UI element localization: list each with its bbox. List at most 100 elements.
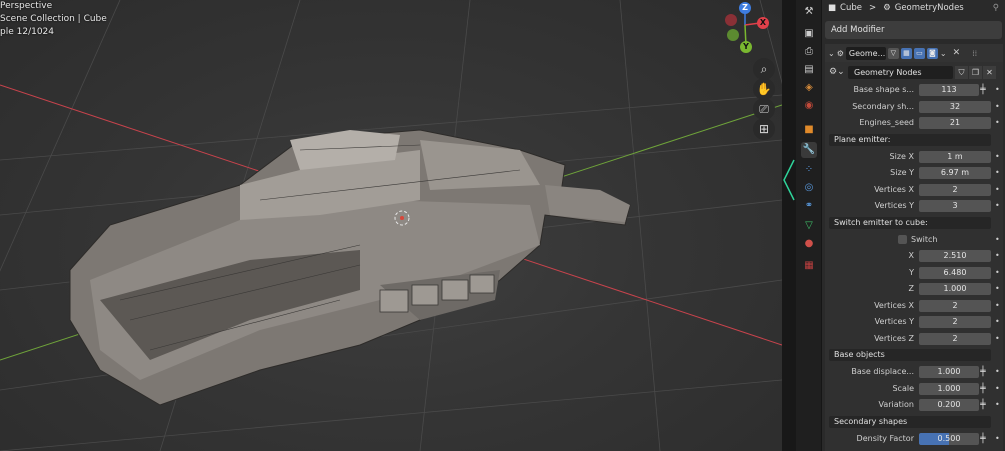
base-displace-label: Base displace... [851, 367, 914, 376]
object-icon[interactable]: ■ [801, 122, 817, 138]
attribute-toggle-icon[interactable]: ╪ [978, 85, 988, 95]
chevron-down-icon[interactable]: ⌄ [828, 49, 835, 58]
keyframe-dot-icon[interactable]: • [995, 334, 1000, 343]
vertices-z2-label: Vertices Z [874, 334, 914, 343]
engines-seed-field[interactable]: 21 [919, 117, 991, 129]
modifier-wrench-icon[interactable]: 🔧 [801, 142, 817, 158]
base-displace-field[interactable]: 1.000 [919, 366, 979, 378]
z-field[interactable]: 1.000 [919, 283, 991, 295]
material-icon[interactable]: ● [801, 236, 817, 252]
switch-checkbox[interactable] [898, 235, 907, 244]
keyframe-dot-icon[interactable]: • [995, 367, 1000, 376]
close-icon[interactable]: ✕ [953, 48, 961, 58]
breadcrumb-object: Cube [840, 3, 862, 13]
node-group-field[interactable]: Geometry Nodes [848, 66, 953, 79]
keyframe-dot-icon[interactable]: • [995, 235, 1000, 244]
scale-field[interactable]: 1.000 [919, 383, 979, 395]
output-icon[interactable]: ⎙ [801, 44, 817, 60]
particles-icon[interactable]: ⁘ [801, 162, 817, 178]
vertices-y-field[interactable]: 3 [919, 200, 991, 212]
density-factor-slider[interactable]: 0.500 [919, 433, 979, 445]
keyframe-dot-icon[interactable]: • [995, 301, 1000, 310]
vertices-x2-row: Vertices X 2 • [825, 299, 1003, 313]
physics-icon[interactable]: ◎ [801, 180, 817, 196]
area-divider[interactable] [782, 0, 796, 451]
vertices-x-field[interactable]: 2 [919, 184, 991, 196]
add-modifier-button[interactable]: Add Modifier [825, 21, 1002, 39]
keyframe-dot-icon[interactable]: • [995, 168, 1000, 177]
keyframe-dot-icon[interactable]: • [995, 384, 1000, 393]
size-y-row: Size Y 6.97 m • [825, 166, 1003, 180]
size-y-field[interactable]: 6.97 m [919, 167, 991, 179]
unlink-close-icon[interactable]: ✕ [983, 66, 996, 79]
y-row: Y 6.480 • [825, 266, 1003, 280]
grid-ortho-icon[interactable]: ⊞ [753, 118, 775, 140]
z-row: Z 1.000 • [825, 282, 1003, 296]
pin-icon[interactable]: ⚲ [993, 3, 999, 13]
camera-icon[interactable]: ⎚ [753, 98, 775, 120]
gizmo-x-ball[interactable]: X [757, 17, 769, 29]
keyframe-dot-icon[interactable]: • [995, 152, 1000, 161]
scene-icon[interactable]: ◈ [801, 80, 817, 96]
attribute-toggle-icon[interactable]: ╪ [978, 384, 988, 394]
y-field[interactable]: 6.480 [919, 267, 991, 279]
node-tree-icon[interactable]: ⚙⌄ [829, 67, 845, 77]
keyframe-dot-icon[interactable]: • [995, 317, 1000, 326]
drag-handle-icon[interactable]: ⁞⁞ [972, 49, 977, 58]
tool-icon[interactable]: ⚒ [801, 4, 817, 20]
keyframe-dot-icon[interactable]: • [995, 284, 1000, 293]
breadcrumb-modifier: GeometryNodes [894, 3, 964, 13]
x-field[interactable]: 2.510 [919, 250, 991, 262]
gizmo-neg-y-ball[interactable] [727, 29, 739, 41]
vertices-z2-row: Vertices Z 2 • [825, 332, 1003, 346]
3d-viewport[interactable]: Perspective Scene Collection | Cube ple … [0, 0, 782, 451]
properties-breadcrumb: ■ Cube > ⚙ GeometryNodes ⚲ [822, 0, 1005, 16]
attribute-toggle-icon[interactable]: ╪ [978, 367, 988, 377]
geometry-nodes-modifier-panel: ⌄ ⚙ Geome... ▽ ▦ ▭ ◙ ⌄ ✕ ⁞⁞ ⚙⌄ Geometry … [825, 44, 1003, 451]
keyframe-dot-icon[interactable]: • [995, 434, 1000, 443]
gizmo-neg-x-ball[interactable] [725, 14, 737, 26]
vertices-x2-field[interactable]: 2 [919, 300, 991, 312]
render-camera-icon[interactable]: ◙ [926, 47, 938, 59]
constraints-icon[interactable]: ⚭ [801, 198, 817, 214]
attribute-toggle-icon[interactable]: ╪ [978, 434, 988, 444]
vertices-y-label: Vertices Y [874, 201, 914, 210]
edit-mode-icon[interactable]: ▽ [887, 47, 899, 59]
modifier-name-field[interactable]: Geome... [845, 46, 886, 60]
keyframe-dot-icon[interactable]: • [995, 85, 1000, 94]
duplicate-icon[interactable]: ❐ [969, 66, 982, 79]
zoom-icon[interactable]: ⌕ [753, 58, 775, 80]
view-perspective-label: Perspective [0, 1, 53, 11]
density-factor-label: Density Factor [856, 434, 914, 443]
keyframe-dot-icon[interactable]: • [995, 185, 1000, 194]
keyframe-dot-icon[interactable]: • [995, 201, 1000, 210]
object-data-icon[interactable]: ▽ [801, 218, 817, 234]
render-icon[interactable]: ▣ [801, 26, 817, 42]
texture-icon[interactable]: ▦ [801, 258, 817, 274]
keyframe-dot-icon[interactable]: • [995, 102, 1000, 111]
variation-field[interactable]: 0.200 [919, 399, 979, 411]
world-icon[interactable]: ◉ [801, 98, 817, 114]
viewport-display-icon[interactable]: ▭ [913, 47, 925, 59]
keyframe-dot-icon[interactable]: • [995, 400, 1000, 409]
secondary-seed-field[interactable]: 32 [919, 101, 991, 113]
base-shape-seed-field[interactable]: 113 [919, 84, 979, 96]
vertices-y2-field[interactable]: 2 [919, 316, 991, 328]
attribute-toggle-icon[interactable]: ╪ [978, 400, 988, 410]
hand-pan-icon[interactable]: ✋ [753, 78, 775, 100]
vertices-z2-field[interactable]: 2 [919, 333, 991, 345]
view-layer-icon[interactable]: ▤ [801, 62, 817, 78]
vertices-y2-label: Vertices Y [874, 317, 914, 326]
gizmo-y-ball[interactable]: Y [740, 41, 752, 53]
sample-count-label: ple 12/1024 [0, 27, 54, 37]
dropdown-chevron-icon[interactable]: ⌄ [940, 49, 947, 58]
size-x-field[interactable]: 1 m [919, 151, 991, 163]
keyframe-dot-icon[interactable]: • [995, 268, 1000, 277]
keyframe-dot-icon[interactable]: • [995, 118, 1000, 127]
keyframe-dot-icon[interactable]: • [995, 251, 1000, 260]
cage-icon[interactable]: ▦ [900, 47, 912, 59]
fake-user-shield-icon[interactable]: ⛉ [955, 66, 968, 79]
switch-emitter-section: Switch emitter to cube: [829, 217, 991, 229]
gizmo-z-ball[interactable]: Z [739, 2, 751, 14]
plane-emitter-section: Plane emitter: [829, 134, 991, 146]
